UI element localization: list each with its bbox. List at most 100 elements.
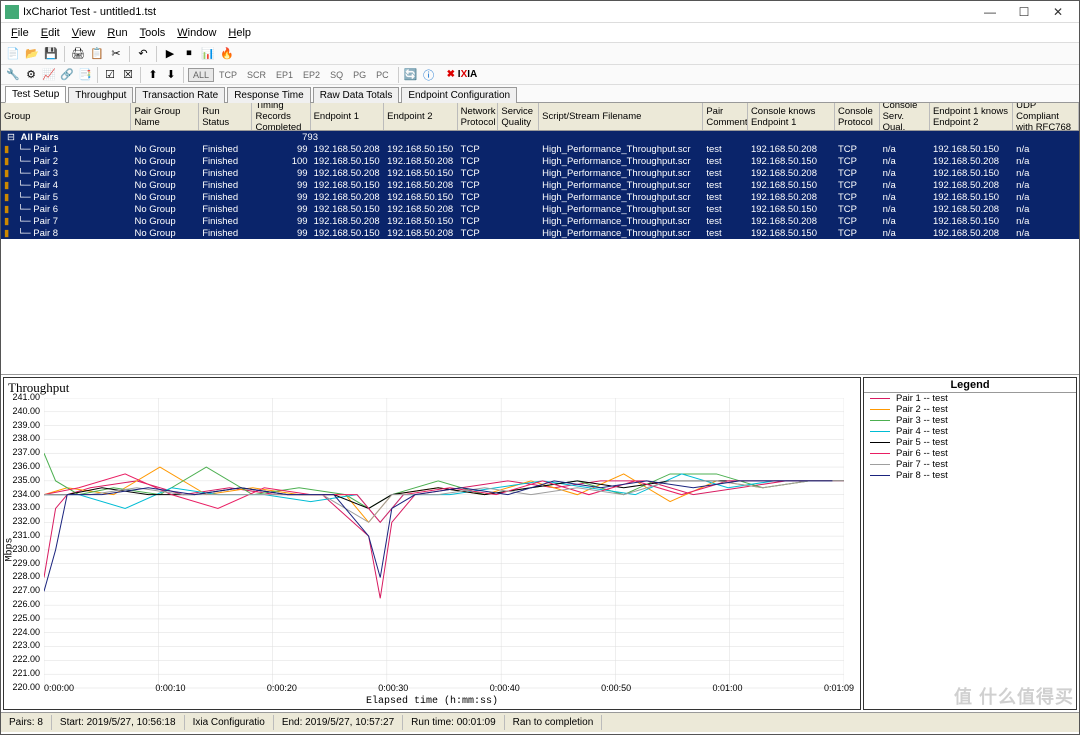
flame-icon[interactable]: 🔥	[219, 46, 235, 62]
y-tick: 220.00	[6, 682, 40, 696]
pair-row[interactable]: ▮ └─ Pair 7No GroupFinished99192.168.50.…	[1, 215, 1079, 227]
chart-icon[interactable]: 📊	[200, 46, 216, 62]
filter-tcp[interactable]: TCP	[214, 68, 242, 82]
menu-window[interactable]: Window	[171, 25, 222, 41]
column-header[interactable]: Console Serv. Qual.	[880, 103, 930, 130]
pair-row[interactable]: ▮ └─ Pair 4No GroupFinished99192.168.50.…	[1, 179, 1079, 191]
filter-pc[interactable]: PC	[371, 68, 394, 82]
filter-scr[interactable]: SCR	[242, 68, 271, 82]
status-bar: Pairs: 8 Start: 2019/5/27, 10:56:18 Ixia…	[1, 712, 1079, 732]
y-tick: 228.00	[6, 571, 40, 585]
new-icon[interactable]: 📄	[5, 46, 21, 62]
tool-icon[interactable]: ⚙	[23, 67, 39, 83]
tab-throughput[interactable]: Throughput	[68, 87, 133, 103]
column-header[interactable]: Service Quality	[498, 103, 539, 130]
menu-run[interactable]: Run	[101, 25, 133, 41]
tool-icon[interactable]: 🔗	[59, 67, 75, 83]
tool-icon[interactable]: ☑	[102, 67, 118, 83]
tab-test-setup[interactable]: Test Setup	[5, 86, 66, 103]
print-icon[interactable]: 🖨	[70, 46, 86, 62]
minimize-button[interactable]: —	[973, 2, 1007, 22]
tab-endpoint-configuration[interactable]: Endpoint Configuration	[401, 87, 517, 103]
chart-title: Throughput	[4, 378, 860, 398]
tool-icon[interactable]: 📑	[77, 67, 93, 83]
tool-icon[interactable]: 📈	[41, 67, 57, 83]
pair-row[interactable]: ▮ └─ Pair 2No GroupFinished100192.168.50…	[1, 155, 1079, 167]
legend-item[interactable]: Pair 4 -- test	[864, 426, 1076, 437]
menu-edit[interactable]: Edit	[35, 25, 66, 41]
column-header[interactable]: Script/Stream Filename	[539, 103, 703, 130]
legend-item[interactable]: Pair 2 -- test	[864, 404, 1076, 415]
run-icon[interactable]: ▶	[162, 46, 178, 62]
column-header[interactable]: Endpoint 1	[311, 103, 385, 130]
menu-view[interactable]: View	[66, 25, 102, 41]
tab-transaction-rate[interactable]: Transaction Rate	[135, 87, 225, 103]
tab-response-time[interactable]: Response Time	[227, 87, 310, 103]
pair-row[interactable]: ▮ └─ Pair 3No GroupFinished99192.168.50.…	[1, 167, 1079, 179]
cut-icon[interactable]: ✂	[108, 46, 124, 62]
view-tabs: Test SetupThroughputTransaction RateResp…	[1, 85, 1079, 103]
window-title: IxChariot Test - untitled1.tst	[23, 6, 973, 18]
filter-sq[interactable]: SQ	[325, 68, 348, 82]
toolbar-main: 📄 📂 💾 🖨 📋 ✂ ↶ ▶ ⏹ 📊 🔥	[1, 43, 1079, 65]
y-tick: 236.00	[6, 461, 40, 475]
menu-file[interactable]: File	[5, 25, 35, 41]
filter-all[interactable]: ALL	[188, 68, 214, 82]
y-tick: 222.00	[6, 654, 40, 668]
throughput-chart[interactable]: Throughput Mbps 241.00240.00239.00238.00…	[3, 377, 861, 710]
column-header[interactable]: Pair Group Name	[131, 103, 199, 130]
column-header[interactable]: Group	[1, 103, 131, 130]
series-line	[44, 481, 832, 598]
menu-help[interactable]: Help	[222, 25, 257, 41]
y-tick: 229.00	[6, 558, 40, 572]
y-tick: 223.00	[6, 640, 40, 654]
pairs-grid[interactable]: GroupPair Group NameRun StatusTiming Rec…	[1, 103, 1079, 375]
undo-icon[interactable]: ↶	[135, 46, 151, 62]
status-result: Ran to completion	[505, 715, 603, 730]
column-header[interactable]: Network Protocol	[458, 103, 499, 130]
tab-raw-data-totals[interactable]: Raw Data Totals	[313, 87, 400, 103]
column-header[interactable]: Console knows Endpoint 1	[748, 103, 835, 130]
legend-item[interactable]: Pair 8 -- test	[864, 470, 1076, 481]
y-tick: 227.00	[6, 585, 40, 599]
column-header[interactable]: Timing Records Completed	[252, 103, 310, 130]
legend-item[interactable]: Pair 1 -- test	[864, 393, 1076, 404]
legend-item[interactable]: Pair 5 -- test	[864, 437, 1076, 448]
tool-icon[interactable]: ☒	[120, 67, 136, 83]
stop-icon[interactable]: ⏹	[181, 46, 197, 62]
legend-item[interactable]: Pair 3 -- test	[864, 415, 1076, 426]
pair-row[interactable]: ▮ └─ Pair 1No GroupFinished99192.168.50.…	[1, 143, 1079, 155]
tool-icon[interactable]: 🔧	[5, 67, 21, 83]
info-icon[interactable]: ⓘ	[421, 67, 437, 83]
legend-item[interactable]: Pair 6 -- test	[864, 448, 1076, 459]
tool-icon[interactable]: ⬆	[145, 67, 161, 83]
pair-row[interactable]: ▮ └─ Pair 5No GroupFinished99192.168.50.…	[1, 191, 1079, 203]
filter-pg[interactable]: PG	[348, 68, 371, 82]
all-pairs-row[interactable]: ⊟ All Pairs793	[1, 131, 1079, 143]
column-header[interactable]: Endpoint 2	[384, 103, 458, 130]
menu-tools[interactable]: Tools	[134, 25, 172, 41]
toolbar-secondary: 🔧 ⚙ 📈 🔗 📑 ☑ ☒ ⬆ ⬇ ALLTCPSCREP1EP2SQPGPC …	[1, 65, 1079, 85]
y-tick: 235.00	[6, 475, 40, 489]
maximize-button[interactable]: ☐	[1007, 2, 1041, 22]
y-tick: 239.00	[6, 420, 40, 434]
column-header[interactable]: Pair Comment	[703, 103, 748, 130]
save-icon[interactable]: 💾	[43, 46, 59, 62]
column-header[interactable]: Console Protocol	[835, 103, 880, 130]
copy-icon[interactable]: 📋	[89, 46, 105, 62]
column-header[interactable]: Endpoint 1 knows Endpoint 2	[930, 103, 1013, 130]
legend-item[interactable]: Pair 7 -- test	[864, 459, 1076, 470]
y-tick: 221.00	[6, 668, 40, 682]
open-icon[interactable]: 📂	[24, 46, 40, 62]
filter-ep1[interactable]: EP1	[271, 68, 298, 82]
refresh-icon[interactable]: 🔄	[403, 67, 419, 83]
y-tick: 240.00	[6, 406, 40, 420]
tool-icon[interactable]: ⬇	[163, 67, 179, 83]
filter-ep2[interactable]: EP2	[298, 68, 325, 82]
column-header[interactable]: Run Status	[199, 103, 252, 130]
column-header[interactable]: UDP Compliant with RFC768	[1013, 103, 1079, 130]
pair-row[interactable]: ▮ └─ Pair 6No GroupFinished99192.168.50.…	[1, 203, 1079, 215]
close-button[interactable]: ✕	[1041, 2, 1075, 22]
y-tick: 226.00	[6, 599, 40, 613]
pair-row[interactable]: ▮ └─ Pair 8No GroupFinished99192.168.50.…	[1, 227, 1079, 239]
